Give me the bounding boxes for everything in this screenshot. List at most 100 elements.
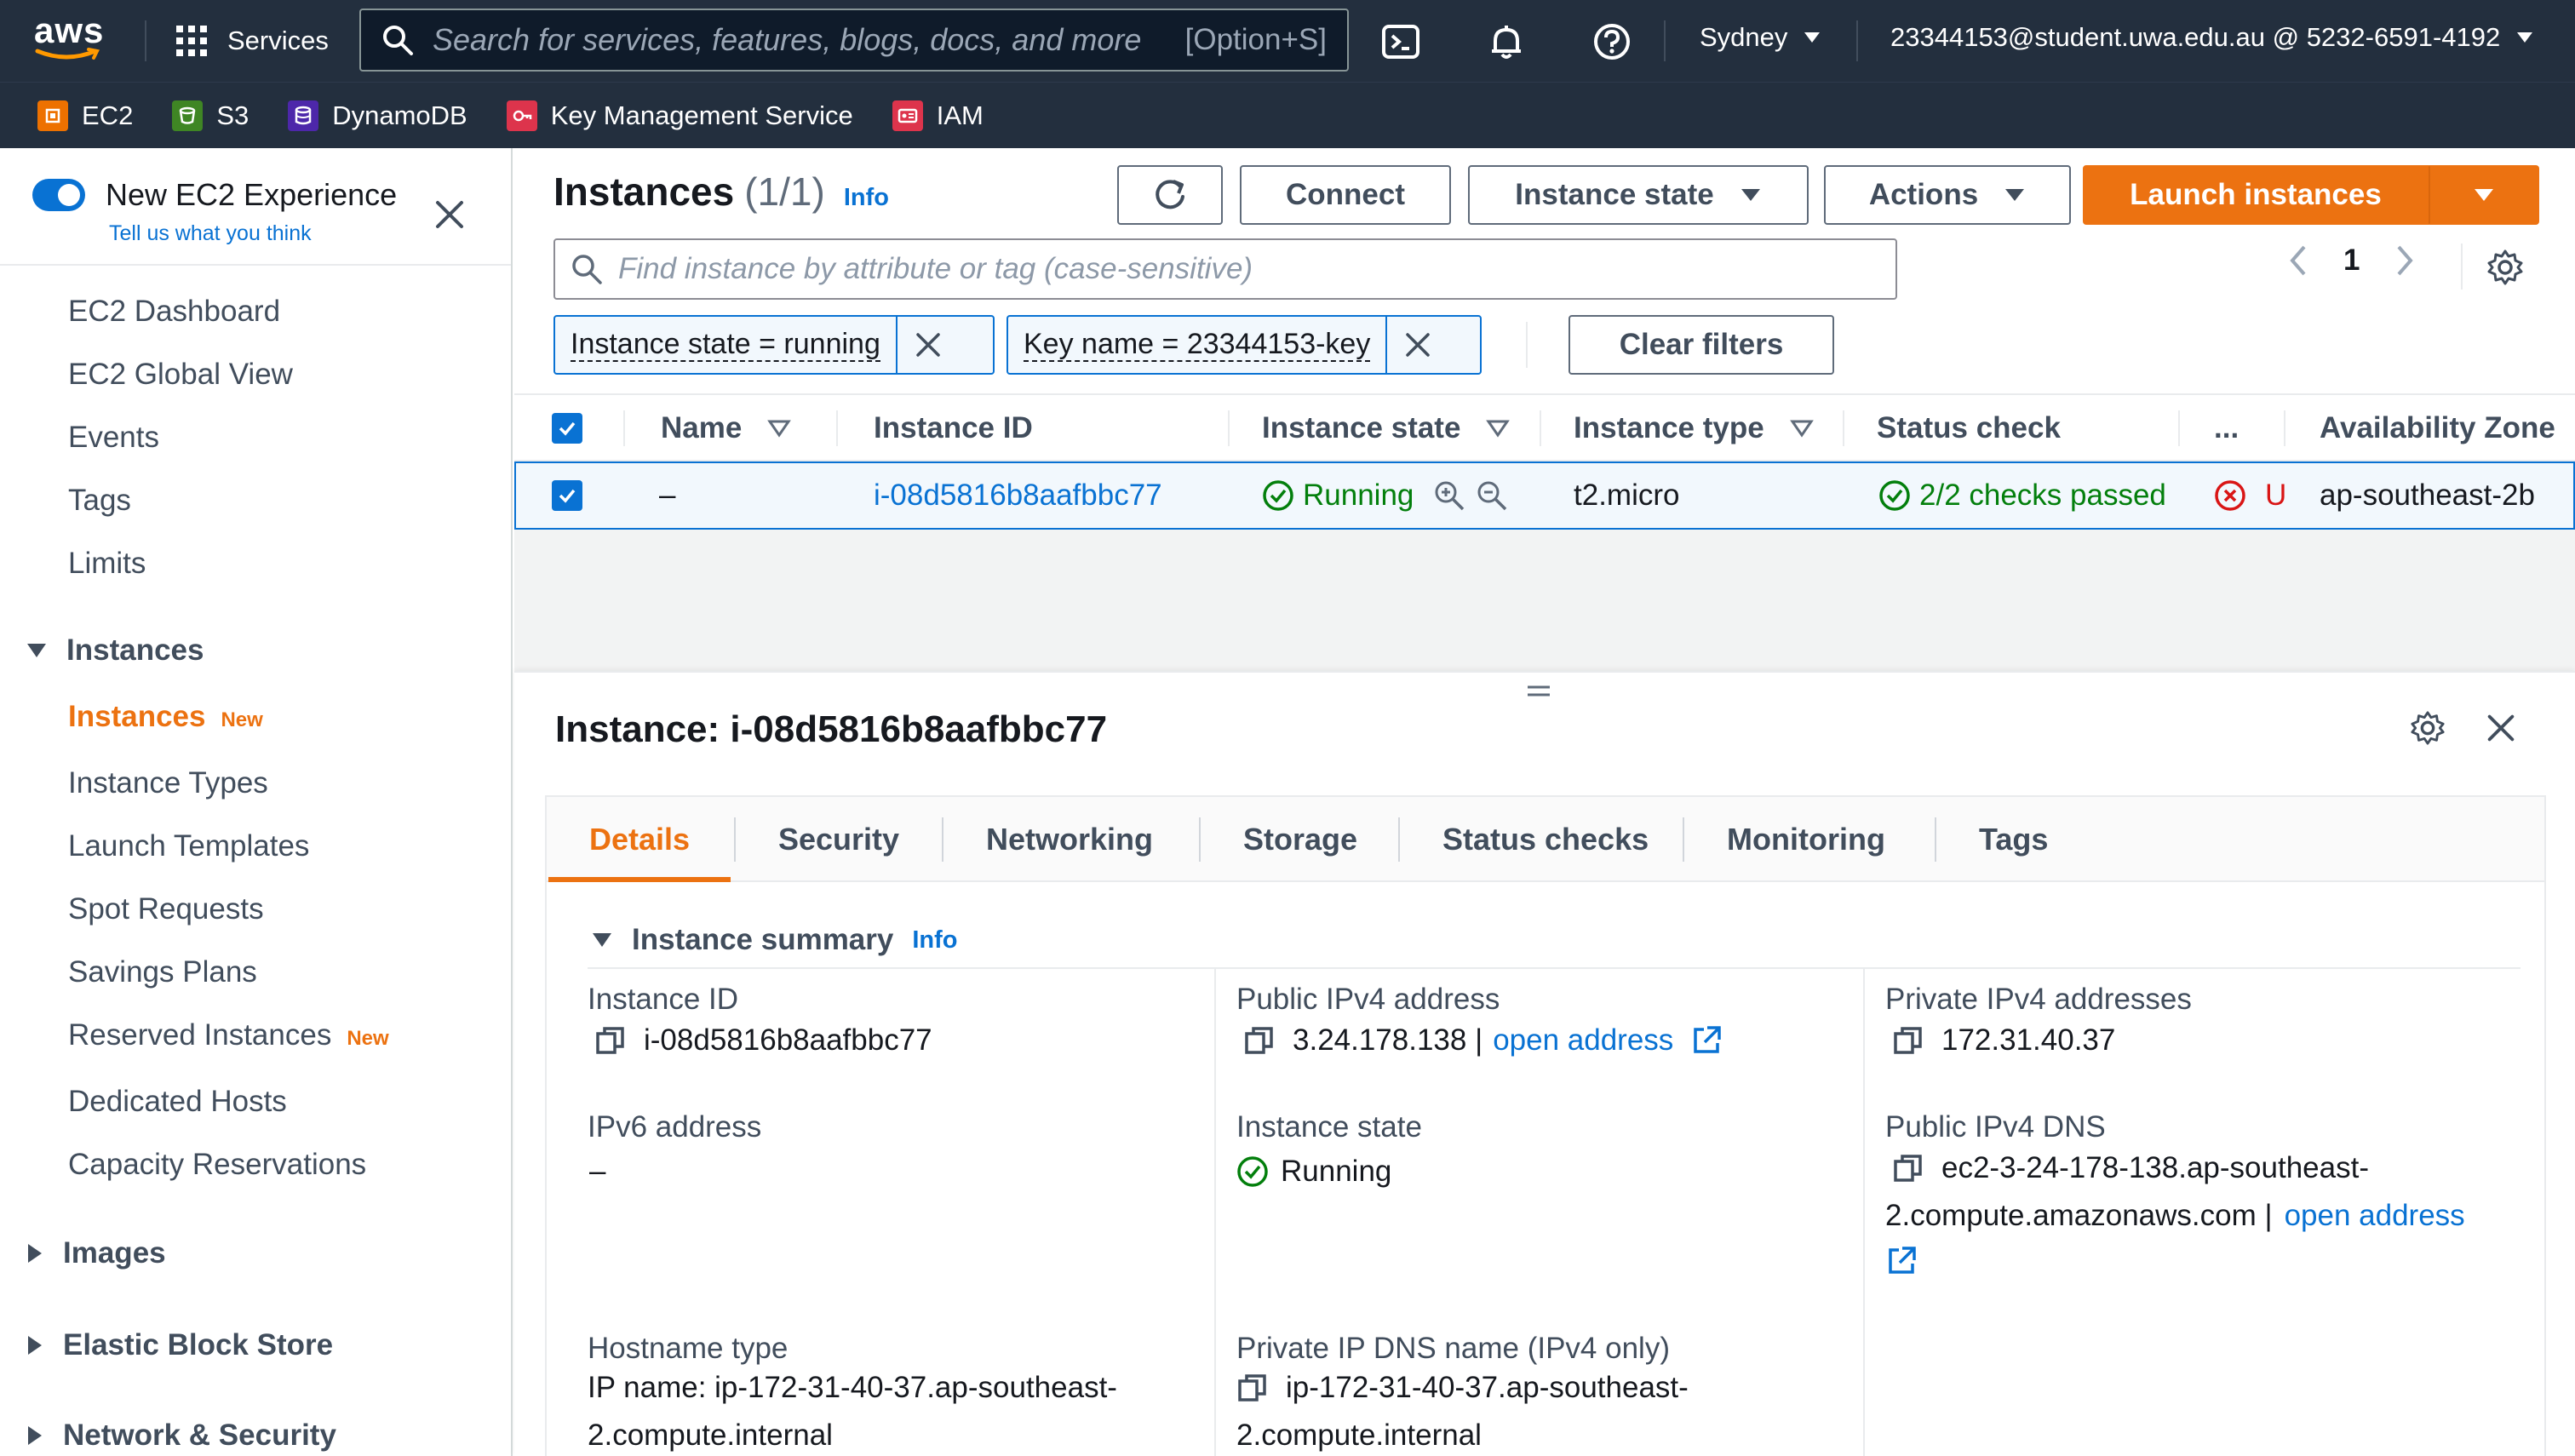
select-all-checkbox[interactable] <box>552 395 582 461</box>
tab-tags[interactable]: Tags <box>1979 797 2048 882</box>
column-header-availability-zone[interactable]: Availability Zone <box>2320 395 2555 461</box>
open-address-link[interactable]: open address <box>2285 1192 2465 1240</box>
cell-instance-id-link[interactable]: i-08d5816b8aafbbc77 <box>874 463 1162 528</box>
panel-settings-gear-icon[interactable] <box>2410 710 2446 746</box>
checkbox-checked[interactable] <box>552 480 582 511</box>
column-header-instance-state[interactable]: Instance state <box>1262 395 1511 461</box>
column-header-instance-id[interactable]: Instance ID <box>874 395 1033 461</box>
global-search-input[interactable] <box>433 22 1185 58</box>
tab-networking[interactable]: Networking <box>986 797 1153 882</box>
nav-divider <box>1664 20 1666 61</box>
sidebar-item-reserved-instances[interactable]: Reserved Instances New <box>68 1018 389 1052</box>
instance-state-dropdown[interactable]: Instance state <box>1468 165 1809 225</box>
close-icon[interactable] <box>431 196 468 233</box>
tab-security[interactable]: Security <box>778 797 899 882</box>
copy-icon[interactable] <box>1243 1024 1276 1057</box>
table-row[interactable]: – i-08d5816b8aafbbc77 Running t2.micro 2… <box>514 461 2575 530</box>
favorite-kms[interactable]: Key Management Service <box>506 100 853 131</box>
tab-status-checks[interactable]: Status checks <box>1442 797 1649 882</box>
info-link[interactable]: Info <box>844 184 889 212</box>
launch-instances-button[interactable]: Launch instances <box>2083 165 2429 225</box>
sidebar-item-launch-templates[interactable]: Launch Templates <box>68 829 309 863</box>
search-icon <box>383 26 413 55</box>
aws-logo[interactable]: aws <box>34 12 111 72</box>
sidebar-item-savings-plans[interactable]: Savings Plans <box>68 955 257 989</box>
caret-down-icon <box>2005 189 2025 201</box>
error-circle-icon <box>2215 480 2245 511</box>
zoom-out-icon[interactable] <box>1475 479 1509 513</box>
sidebar-section-network-security[interactable]: Network & Security <box>26 1419 336 1453</box>
launch-options-dropdown[interactable] <box>2429 165 2539 225</box>
sidebar-section-elastic-block-store[interactable]: Elastic Block Store <box>26 1328 333 1362</box>
copy-icon[interactable] <box>1892 1152 1924 1184</box>
sidebar-section-images[interactable]: Images <box>26 1236 166 1270</box>
sidebar-item-ec2-dashboard[interactable]: EC2 Dashboard <box>68 295 280 329</box>
checkbox-checked[interactable] <box>552 413 582 444</box>
sidebar-item-events[interactable]: Events <box>68 421 159 455</box>
section-title: Instance summary <box>632 923 894 956</box>
filter-token-label[interactable]: Key name = 23344153-key <box>1024 328 1371 362</box>
clear-filters-button[interactable]: Clear filters <box>1569 315 1834 375</box>
sidebar-item-ec2-global-view[interactable]: EC2 Global View <box>68 358 293 392</box>
tab-details[interactable]: Details <box>589 797 690 882</box>
preferences-gear-icon[interactable] <box>2486 249 2524 286</box>
column-header-instance-type[interactable]: Instance type <box>1574 395 1814 461</box>
chevron-right-icon[interactable] <box>2394 244 2416 278</box>
cloudshell-icon[interactable] <box>1381 22 1420 61</box>
instance-filter[interactable] <box>553 238 1897 300</box>
copy-icon[interactable] <box>1236 1372 1269 1404</box>
sidebar-item-capacity-reservations[interactable]: Capacity Reservations <box>68 1148 366 1182</box>
public-dns-line: 2.compute.amazonaws.com | <box>1885 1199 2273 1232</box>
sidebar-section-instances[interactable]: Instances <box>26 633 204 668</box>
favorite-label: EC2 <box>82 100 134 130</box>
open-address-link[interactable]: open address <box>1493 1023 1673 1058</box>
column-header-alarm-status[interactable]: ... <box>2214 395 2239 461</box>
connect-button[interactable]: Connect <box>1240 165 1451 225</box>
sidebar-item-spot-requests[interactable]: Spot Requests <box>68 892 264 926</box>
zoom-in-icon[interactable] <box>1432 479 1466 513</box>
copy-icon[interactable] <box>594 1024 627 1057</box>
sidebar-item-tags[interactable]: Tags <box>68 484 131 518</box>
favorite-s3[interactable]: S3 <box>172 100 249 131</box>
field-label-private-dns: Private IP DNS name (IPv4 only) <box>1236 1332 1670 1365</box>
instance-summary-header[interactable]: Instance summary Info <box>591 923 958 957</box>
actions-dropdown[interactable]: Actions <box>1824 165 2071 225</box>
tab-storage[interactable]: Storage <box>1243 797 1357 882</box>
new-experience-toggle[interactable] <box>32 179 85 211</box>
favorite-ec2[interactable]: EC2 <box>37 100 133 131</box>
copy-icon[interactable] <box>1892 1024 1924 1057</box>
column-divider <box>1863 967 1865 1456</box>
bell-icon[interactable] <box>1487 22 1526 61</box>
tab-divider <box>1199 817 1201 862</box>
info-link[interactable]: Info <box>912 926 957 954</box>
column-header-status-check[interactable]: Status check <box>1877 395 2061 461</box>
help-icon[interactable] <box>1592 22 1632 61</box>
cell-instance-state: Running <box>1262 463 1509 528</box>
global-search[interactable]: [Option+S] <box>359 9 1349 72</box>
account-menu[interactable]: 23344153@student.uwa.edu.au @ 5232-6591-… <box>1890 22 2534 53</box>
feedback-link[interactable]: Tell us what you think <box>109 221 312 246</box>
filter-token-label[interactable]: Instance state = running <box>571 328 880 362</box>
resize-handle-icon[interactable] <box>1526 683 1551 700</box>
chevron-left-icon[interactable] <box>2287 244 2309 278</box>
favorite-iam[interactable]: IAM <box>892 100 984 131</box>
instance-filter-input[interactable] <box>618 252 1880 286</box>
external-link-icon[interactable] <box>1885 1245 1918 1277</box>
close-icon[interactable] <box>2483 710 2519 746</box>
top-navigation: aws Services [Option+S] <box>0 0 2575 82</box>
row-select-checkbox[interactable] <box>552 463 582 528</box>
sidebar-item-dedicated-hosts[interactable]: Dedicated Hosts <box>68 1085 287 1119</box>
page-number[interactable]: 1 <box>2343 244 2360 278</box>
sidebar-item-instance-types[interactable]: Instance Types <box>68 766 268 800</box>
tab-monitoring[interactable]: Monitoring <box>1727 797 1885 882</box>
column-header-name[interactable]: Name <box>661 395 792 461</box>
external-link-icon[interactable] <box>1690 1024 1723 1057</box>
services-menu-button[interactable]: Services <box>175 19 329 63</box>
remove-filter-icon[interactable] <box>1385 317 1448 373</box>
sidebar-item-limits[interactable]: Limits <box>68 547 146 581</box>
sidebar-item-instances[interactable]: Instances New <box>68 700 263 734</box>
favorite-dynamodb[interactable]: DynamoDB <box>288 100 467 131</box>
region-selector[interactable]: Sydney <box>1700 22 1821 53</box>
refresh-button[interactable] <box>1117 165 1223 225</box>
remove-filter-icon[interactable] <box>895 317 959 373</box>
